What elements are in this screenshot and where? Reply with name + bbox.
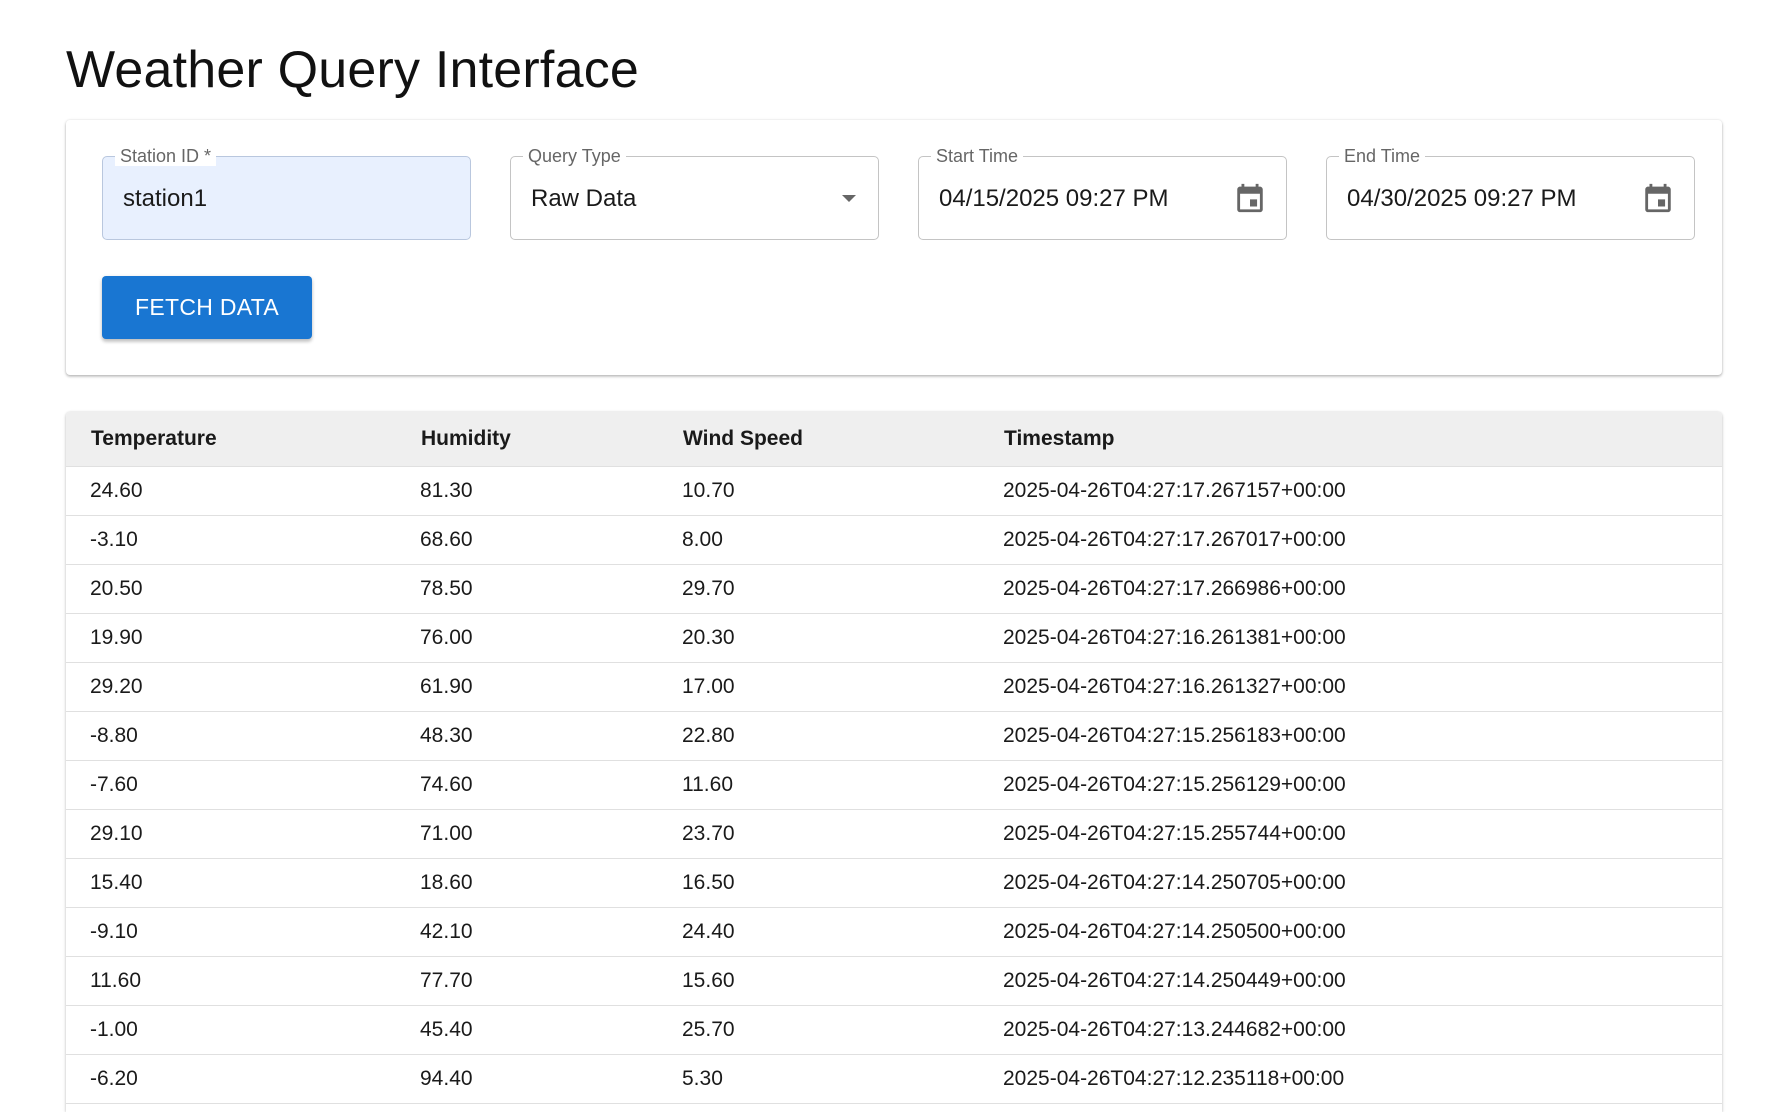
results-table: Temperature Humidity Wind Speed Timestam… — [66, 412, 1722, 1104]
temperature-cell: -1.00 — [66, 1005, 396, 1055]
timestamp-cell: 2025-04-26T04:27:15.256183+00:00 — [979, 711, 1722, 761]
query-type-label: Query Type — [523, 146, 626, 166]
station-id-label: Station ID * — [115, 146, 217, 166]
timestamp-cell: 2025-04-26T04:27:14.250500+00:00 — [979, 907, 1722, 957]
query-type-select[interactable]: Query Type Raw Data — [510, 146, 879, 240]
table-row[interactable]: 19.90 76.00 20.30 2025-04-26T04:27:16.26138… — [66, 613, 1722, 663]
table-body: 24.60 81.30 10.70 2025-04-26T04:27:17.26715… — [66, 466, 1722, 1104]
wind-speed-cell: 22.80 — [658, 711, 979, 761]
temperature-cell: -9.10 — [66, 907, 396, 957]
wind-speed-cell: 20.30 — [658, 613, 979, 663]
table-header-row: Temperature Humidity Wind Speed Timestam… — [66, 412, 1722, 467]
calendar-icon[interactable] — [1233, 180, 1267, 216]
wind-speed-cell: 29.70 — [658, 564, 979, 614]
temperature-cell: 19.90 — [66, 613, 396, 663]
humidity-cell: 77.70 — [396, 956, 658, 1006]
temperature-cell: 15.40 — [66, 858, 396, 908]
table-row[interactable]: -7.60 74.60 11.60 2025-04-26T04:27:15.25612… — [66, 760, 1722, 810]
timestamp-cell: 2025-04-26T04:27:17.266986+00:00 — [979, 564, 1722, 614]
query-type-value[interactable]: Raw Data — [531, 185, 636, 213]
wind-speed-cell: 16.50 — [658, 858, 979, 908]
column-header-humidity[interactable]: Humidity — [396, 412, 658, 467]
timestamp-cell: 2025-04-26T04:27:15.255744+00:00 — [979, 809, 1722, 859]
table-row[interactable]: 20.50 78.50 29.70 2025-04-26T04:27:17.26698… — [66, 564, 1722, 614]
table-row[interactable]: -1.00 45.40 25.70 2025-04-26T04:27:13.24468… — [66, 1005, 1722, 1055]
table-row[interactable]: 15.40 18.60 16.50 2025-04-26T04:27:14.25070… — [66, 858, 1722, 908]
wind-speed-cell: 5.30 — [658, 1054, 979, 1104]
temperature-cell: 29.20 — [66, 662, 396, 712]
table-row[interactable]: -8.80 48.30 22.80 2025-04-26T04:27:15.25618… — [66, 711, 1722, 761]
end-time-field[interactable]: End Time 04/30/2025 09:27 PM — [1326, 146, 1695, 240]
station-id-field[interactable]: Station ID * station1 — [102, 146, 471, 240]
start-time-label: Start Time — [931, 146, 1024, 166]
humidity-cell: 94.40 — [396, 1054, 658, 1104]
temperature-cell: 24.60 — [66, 466, 396, 516]
humidity-cell: 81.30 — [396, 466, 658, 516]
column-header-temperature[interactable]: Temperature — [66, 412, 396, 467]
wind-speed-cell: 15.60 — [658, 956, 979, 1006]
temperature-cell: -8.80 — [66, 711, 396, 761]
humidity-cell: 74.60 — [396, 760, 658, 810]
humidity-cell: 78.50 — [396, 564, 658, 614]
end-time-input[interactable]: 04/30/2025 09:27 PM — [1347, 185, 1577, 213]
timestamp-cell: 2025-04-26T04:27:14.250449+00:00 — [979, 956, 1722, 1006]
humidity-cell: 61.90 — [396, 662, 658, 712]
column-header-timestamp[interactable]: Timestamp — [979, 412, 1722, 467]
table-row[interactable]: 29.20 61.90 17.00 2025-04-26T04:27:16.26132… — [66, 662, 1722, 712]
fetch-data-button[interactable]: Fetch Data — [102, 276, 312, 339]
timestamp-cell: 2025-04-26T04:27:13.244682+00:00 — [979, 1005, 1722, 1055]
wind-speed-cell: 24.40 — [658, 907, 979, 957]
table-row[interactable]: 24.60 81.30 10.70 2025-04-26T04:27:17.26715… — [66, 466, 1722, 516]
table-row[interactable]: 11.60 77.70 15.60 2025-04-26T04:27:14.25044… — [66, 956, 1722, 1006]
page-title: Weather Query Interface — [66, 41, 640, 99]
wind-speed-cell: 25.70 — [658, 1005, 979, 1055]
start-time-input[interactable]: 04/15/2025 09:27 PM — [939, 185, 1169, 213]
start-time-field[interactable]: Start Time 04/15/2025 09:27 PM — [918, 146, 1287, 240]
humidity-cell: 68.60 — [396, 515, 658, 565]
wind-speed-cell: 17.00 — [658, 662, 979, 712]
humidity-cell: 45.40 — [396, 1005, 658, 1055]
humidity-cell: 42.10 — [396, 907, 658, 957]
wind-speed-cell: 10.70 — [658, 466, 979, 516]
table-row[interactable]: -9.10 42.10 24.40 2025-04-26T04:27:14.25050… — [66, 907, 1722, 957]
table-row[interactable]: -6.20 94.40 5.30 2025-04-26T04:27:12.235118… — [66, 1054, 1722, 1104]
humidity-cell: 48.30 — [396, 711, 658, 761]
timestamp-cell: 2025-04-26T04:27:17.267017+00:00 — [979, 515, 1722, 565]
wind-speed-cell: 8.00 — [658, 515, 979, 565]
humidity-cell: 18.60 — [396, 858, 658, 908]
query-form-card: Station ID * station1 Query Type Raw Dat… — [66, 120, 1722, 375]
wind-speed-cell: 11.60 — [658, 760, 979, 810]
temperature-cell: 29.10 — [66, 809, 396, 859]
timestamp-cell: 2025-04-26T04:27:17.267157+00:00 — [979, 466, 1722, 516]
end-time-label: End Time — [1339, 146, 1426, 166]
temperature-cell: -7.60 — [66, 760, 396, 810]
temperature-cell: -6.20 — [66, 1054, 396, 1104]
timestamp-cell: 2025-04-26T04:27:16.261381+00:00 — [979, 613, 1722, 663]
timestamp-cell: 2025-04-26T04:27:14.250705+00:00 — [979, 858, 1722, 908]
temperature-cell: 11.60 — [66, 956, 396, 1006]
station-id-input[interactable]: station1 — [123, 185, 207, 213]
timestamp-cell: 2025-04-26T04:27:12.235118+00:00 — [979, 1054, 1722, 1104]
temperature-cell: 20.50 — [66, 564, 396, 614]
timestamp-cell: 2025-04-26T04:27:15.256129+00:00 — [979, 760, 1722, 810]
table-row[interactable]: 29.10 71.00 23.70 2025-04-26T04:27:15.25574… — [66, 809, 1722, 859]
humidity-cell: 71.00 — [396, 809, 658, 859]
wind-speed-cell: 23.70 — [658, 809, 979, 859]
arrow-drop-down-icon[interactable] — [840, 192, 858, 204]
results-table-card: Temperature Humidity Wind Speed Timestam… — [66, 412, 1722, 1112]
column-header-wind-speed[interactable]: Wind Speed — [658, 412, 979, 467]
humidity-cell: 76.00 — [396, 613, 658, 663]
calendar-icon[interactable] — [1641, 180, 1675, 216]
table-row[interactable]: -3.10 68.60 8.00 2025-04-26T04:27:17.267017… — [66, 515, 1722, 565]
timestamp-cell: 2025-04-26T04:27:16.261327+00:00 — [979, 662, 1722, 712]
temperature-cell: -3.10 — [66, 515, 396, 565]
